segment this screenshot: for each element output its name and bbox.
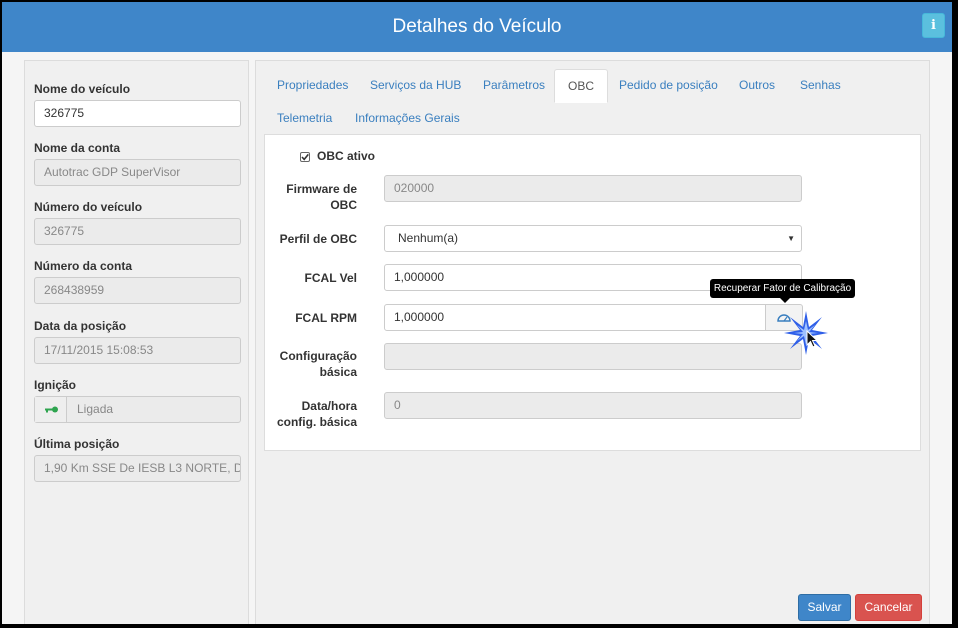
position-date-field: 17/11/2015 15:08:53 <box>34 337 241 364</box>
firmware-label-line-1: Firmware de <box>286 182 357 196</box>
fcal-rpm-label: FCAL RPM <box>295 311 357 325</box>
tab-obc[interactable]: OBC <box>554 69 609 103</box>
last-position-label: Última posição <box>34 437 120 451</box>
vehicle-name-label: Nome do veículo <box>34 82 131 96</box>
tab-propriedades[interactable]: Propriedades <box>264 69 361 102</box>
basic-config-label: Configuração básica <box>280 348 357 380</box>
firmware-field: 020000 <box>384 175 802 202</box>
firmware-label: Firmware de OBC <box>286 181 357 213</box>
obc-active-checkbox[interactable] <box>300 152 310 162</box>
datetime-field: 0 <box>384 392 802 419</box>
click-burst-icon <box>784 311 828 355</box>
tab-senhas[interactable]: Senhas <box>787 69 854 102</box>
key-icon <box>35 397 67 422</box>
tab-telemetria[interactable]: Telemetria <box>264 102 345 135</box>
account-name-label: Nome da conta <box>34 141 121 155</box>
last-position-field: 1,90 Km SSE De IESB L3 NORTE, D <box>34 455 241 482</box>
datetime-label-line-2: config. básica <box>276 415 357 429</box>
ignition-field: Ligada <box>34 396 241 423</box>
tab-pedido-posicao[interactable]: Pedido de posição <box>606 69 731 102</box>
vehicle-number-label: Número do veículo <box>34 200 143 214</box>
tab-parametros[interactable]: Parâmetros <box>470 69 558 102</box>
caret-down-icon: ▼ <box>787 234 795 243</box>
fcal-rpm-input[interactable]: 1,000000 <box>384 304 766 331</box>
header-bar: Detalhes do Veículo i <box>2 2 952 52</box>
vehicle-number-field: 326775 <box>34 218 241 245</box>
account-number-field: 268438959 <box>34 277 241 304</box>
profile-select[interactable]: Nenhum(a) ▼ <box>384 225 802 252</box>
tab-outros[interactable]: Outros <box>726 69 788 102</box>
basic-config-label-line-1: Configuração <box>279 349 357 363</box>
account-name-field: Autotrac GDP SuperVisor <box>34 159 241 186</box>
firmware-label-line-2: OBC <box>330 198 357 212</box>
details-main-panel: Propriedades Serviços da HUB Parâmetros … <box>255 60 930 624</box>
cancel-button[interactable]: Cancelar <box>855 594 922 621</box>
tab-informacoes-gerais[interactable]: Informações Gerais <box>342 102 473 135</box>
position-date-label: Data da posição <box>34 319 127 333</box>
basic-config-label-line-2: básica <box>319 365 357 379</box>
info-button[interactable]: i <box>922 13 945 38</box>
vehicle-details-window: Detalhes do Veículo i Nome do veículo 32… <box>2 2 952 624</box>
save-button[interactable]: Salvar <box>798 594 851 621</box>
tooltip-arrow <box>780 298 790 303</box>
page-title: Detalhes do Veículo <box>392 16 562 37</box>
ignition-label: Ignição <box>34 378 77 392</box>
obc-active-label: OBC ativo <box>317 149 376 163</box>
ignition-value: Ligada <box>77 402 114 416</box>
profile-select-value: Nenhum(a) <box>398 231 459 245</box>
datetime-label-line-1: Data/hora <box>301 399 357 413</box>
vehicle-name-input[interactable]: 326775 <box>34 100 241 127</box>
vehicle-summary-panel: Nome do veículo 326775 Nome da conta Aut… <box>24 60 249 624</box>
profile-label: Perfil de OBC <box>279 232 357 246</box>
basic-config-field <box>384 343 802 370</box>
account-number-label: Número da conta <box>34 259 133 273</box>
calibration-tooltip: Recuperar Fator de Calibração <box>710 279 855 298</box>
fcal-vel-label: FCAL Vel <box>304 271 357 285</box>
tab-servicos-hub[interactable]: Serviços da HUB <box>357 69 474 102</box>
datetime-label: Data/hora config. básica <box>277 398 357 430</box>
